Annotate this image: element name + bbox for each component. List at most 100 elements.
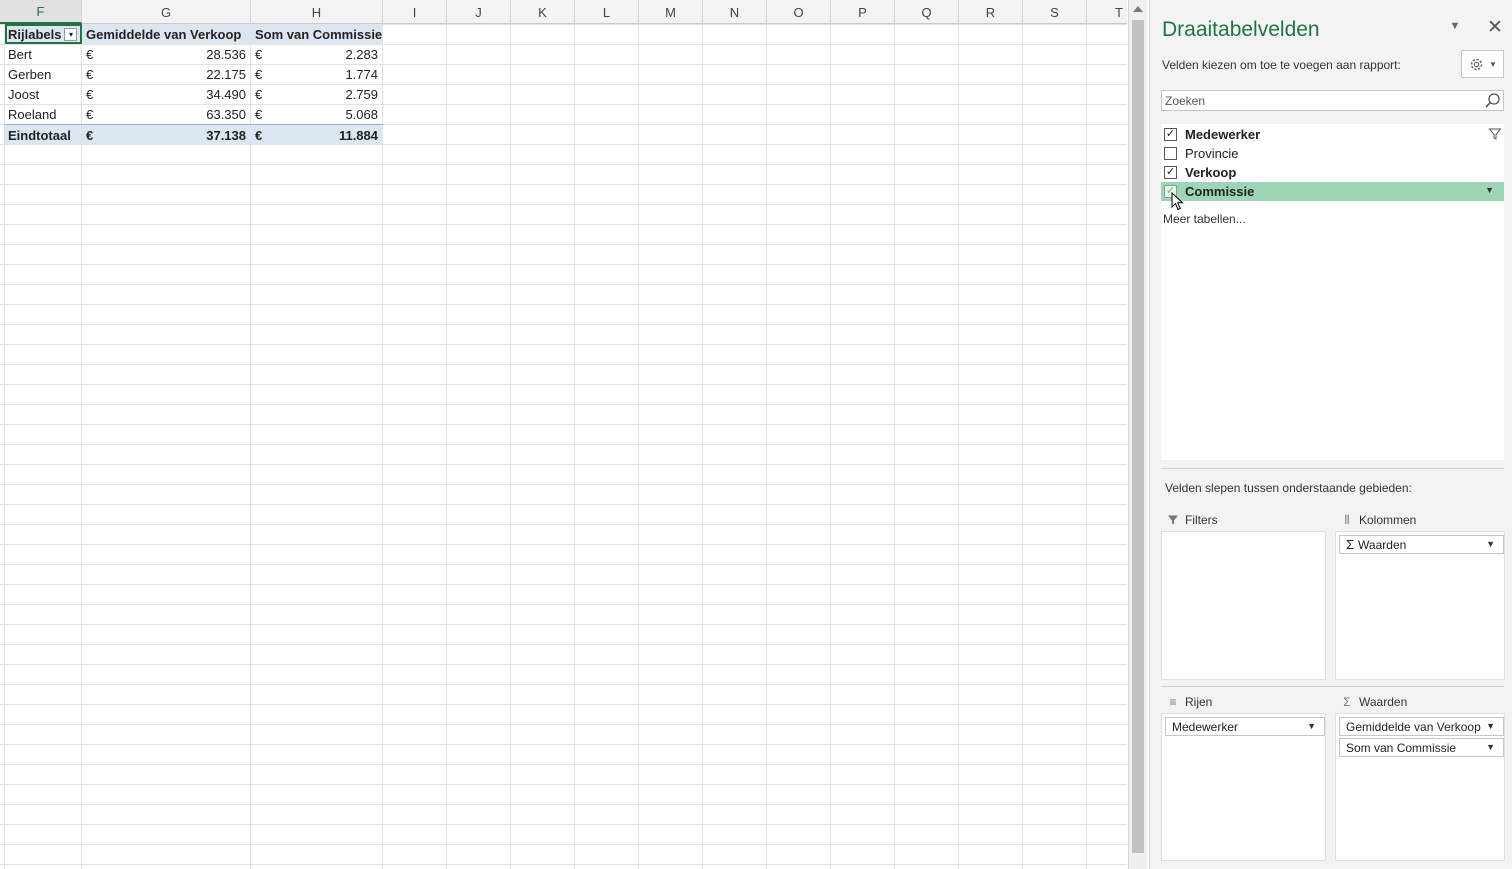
commission-value: 2.283	[345, 46, 378, 62]
header-avg-sales[interactable]: Gemiddelde van Verkoop	[82, 24, 251, 44]
currency-symbol: €	[255, 66, 263, 82]
column-header-t[interactable]: T	[1087, 0, 1127, 24]
currency-symbol: €	[86, 86, 94, 102]
checkbox-checked[interactable]: ✓	[1164, 166, 1177, 179]
column-header-r[interactable]: R	[959, 0, 1023, 24]
column-header-s[interactable]: S	[1023, 0, 1087, 24]
column-header-n[interactable]: N	[703, 0, 767, 24]
rows-area[interactable]: ≡ Rijen Medewerker ▼	[1161, 691, 1326, 861]
commission-value: 1.774	[345, 66, 378, 82]
sigma-icon: Σ	[1346, 537, 1355, 552]
scroll-up-icon[interactable]	[1133, 6, 1143, 12]
field-item-medewerker[interactable]: ✓ Medewerker	[1161, 125, 1504, 144]
filters-area[interactable]: Filters	[1161, 509, 1326, 680]
filter-icon	[1168, 515, 1178, 525]
avg-sales-value: 63.350	[206, 106, 246, 122]
row-labels-cell[interactable]: Rijlabels ▾	[5, 24, 82, 44]
filters-area-label: Filters	[1185, 513, 1218, 527]
row-label: Roeland	[8, 106, 57, 122]
rows-icon: ≡	[1169, 695, 1177, 709]
table-row[interactable]: Roeland €63.350 €5.068	[5, 104, 383, 124]
table-row[interactable]: Joost €34.490 €2.759	[5, 84, 383, 104]
field-list: ✓ Medewerker Provincie ✓ Verkoop ✓ Commi…	[1161, 124, 1504, 460]
values-drop-zone[interactable]: Gemiddelde van Verkoop ▼ Som van Commiss…	[1335, 713, 1505, 861]
gear-icon	[1470, 58, 1483, 70]
field-item-verkoop[interactable]: ✓ Verkoop	[1161, 163, 1504, 182]
chevron-down-icon[interactable]: ▼	[1485, 185, 1494, 195]
column-header-h[interactable]: H	[251, 0, 383, 24]
chevron-down-icon[interactable]: ▼	[1307, 721, 1316, 731]
table-row[interactable]: Bert €28.536 €2.283	[5, 44, 383, 64]
filters-drop-zone[interactable]	[1161, 531, 1326, 680]
search-box[interactable]	[1161, 90, 1504, 111]
search-input[interactable]	[1162, 91, 1482, 110]
column-header-o[interactable]: O	[767, 0, 831, 24]
values-field-gemiddelde-van-verkoop[interactable]: Gemiddelde van Verkoop ▼	[1339, 717, 1504, 736]
column-header-j[interactable]: J	[447, 0, 511, 24]
field-item-commissie[interactable]: ✓ Commissie ▼	[1161, 182, 1504, 201]
commission-value: 5.068	[345, 106, 378, 122]
columns-field-waarden[interactable]: Σ Waarden ▼	[1339, 535, 1504, 554]
currency-symbol: €	[86, 127, 94, 143]
row-label: Joost	[8, 86, 40, 102]
row-label: Bert	[8, 46, 32, 62]
column-header-g[interactable]: G	[82, 0, 251, 24]
column-header-k[interactable]: K	[511, 0, 575, 24]
currency-symbol: €	[255, 106, 263, 122]
field-label: Verkoop	[1185, 165, 1237, 180]
grand-total-row[interactable]: Eindtotaal €37.138 €11.884	[5, 124, 383, 144]
sigma-icon: Σ	[1343, 695, 1351, 709]
checkbox-checked[interactable]: ✓	[1164, 128, 1177, 141]
currency-symbol: €	[86, 66, 94, 82]
field-item-provincie[interactable]: Provincie	[1161, 144, 1504, 163]
column-header-p[interactable]: P	[831, 0, 895, 24]
currency-symbol: €	[255, 127, 263, 143]
currency-symbol: €	[86, 46, 94, 62]
rows-drop-zone[interactable]: Medewerker ▼	[1161, 713, 1326, 861]
checkbox-unchecked[interactable]	[1164, 147, 1177, 160]
currency-symbol: €	[255, 86, 263, 102]
row-labels-filter-icon[interactable]: ▾	[64, 27, 78, 41]
column-header-f[interactable]: F	[0, 0, 82, 24]
columns-area-label: Kolommen	[1359, 513, 1417, 527]
columns-drop-zone[interactable]: Σ Waarden ▼	[1335, 531, 1505, 680]
close-icon[interactable]: ✕	[1486, 16, 1504, 38]
header-sum-commission[interactable]: Som van Commissie	[251, 24, 383, 44]
search-icon[interactable]	[1484, 92, 1501, 109]
column-header-i[interactable]: I	[383, 0, 447, 24]
worksheet[interactable]: F G H I J K L M N O P Q R S T Rijlabels …	[0, 0, 1127, 869]
columns-area[interactable]: ⦀ Kolommen Σ Waarden ▼	[1335, 509, 1505, 680]
values-area-label: Waarden	[1359, 695, 1408, 709]
scroll-thumb[interactable]	[1132, 20, 1144, 853]
pane-title: Draaitabelvelden	[1162, 18, 1320, 41]
chevron-down-icon: ▼	[1489, 59, 1497, 69]
rows-area-label: Rijen	[1185, 695, 1213, 709]
field-label: Commissie	[1185, 184, 1255, 199]
rows-field-medewerker[interactable]: Medewerker ▼	[1165, 717, 1325, 736]
column-header-m[interactable]: M	[639, 0, 703, 24]
more-tables-link[interactable]: Meer tabellen...	[1163, 212, 1246, 226]
values-area[interactable]: Σ Waarden Gemiddelde van Verkoop ▼ Som v…	[1335, 691, 1505, 861]
chevron-down-icon[interactable]: ▼	[1486, 539, 1495, 549]
avg-sales-value: 22.175	[206, 66, 246, 82]
table-row[interactable]: Gerben €22.175 €1.774	[5, 64, 383, 84]
total-avg-sales-value: 37.138	[206, 127, 246, 143]
column-header-q[interactable]: Q	[895, 0, 959, 24]
column-header-l[interactable]: L	[575, 0, 639, 24]
values-field-som-van-commissie[interactable]: Som van Commissie ▼	[1339, 738, 1504, 757]
tools-button[interactable]: ▼	[1461, 50, 1504, 78]
currency-symbol: €	[255, 46, 263, 62]
chevron-down-icon[interactable]: ▼	[1486, 721, 1495, 731]
avg-sales-value: 34.490	[206, 86, 246, 102]
pivot-fields-pane: Draaitabelvelden ▼ ✕ Velden kiezen om to…	[1149, 0, 1512, 869]
columns-icon: ⦀	[1344, 512, 1350, 527]
vertical-scrollbar[interactable]	[1128, 0, 1147, 869]
filter-icon[interactable]	[1488, 127, 1502, 141]
grand-total-label: Eindtotaal	[8, 127, 71, 143]
avg-sales-value: 28.536	[206, 46, 246, 62]
commission-value: 2.759	[345, 86, 378, 102]
pane-options-chevron-icon[interactable]: ▼	[1448, 20, 1462, 34]
column-headers: F G H I J K L M N O P Q R S T	[0, 0, 1127, 24]
chevron-down-icon[interactable]: ▼	[1486, 742, 1495, 752]
drag-areas-label: Velden slepen tussen onderstaande gebied…	[1165, 481, 1412, 495]
